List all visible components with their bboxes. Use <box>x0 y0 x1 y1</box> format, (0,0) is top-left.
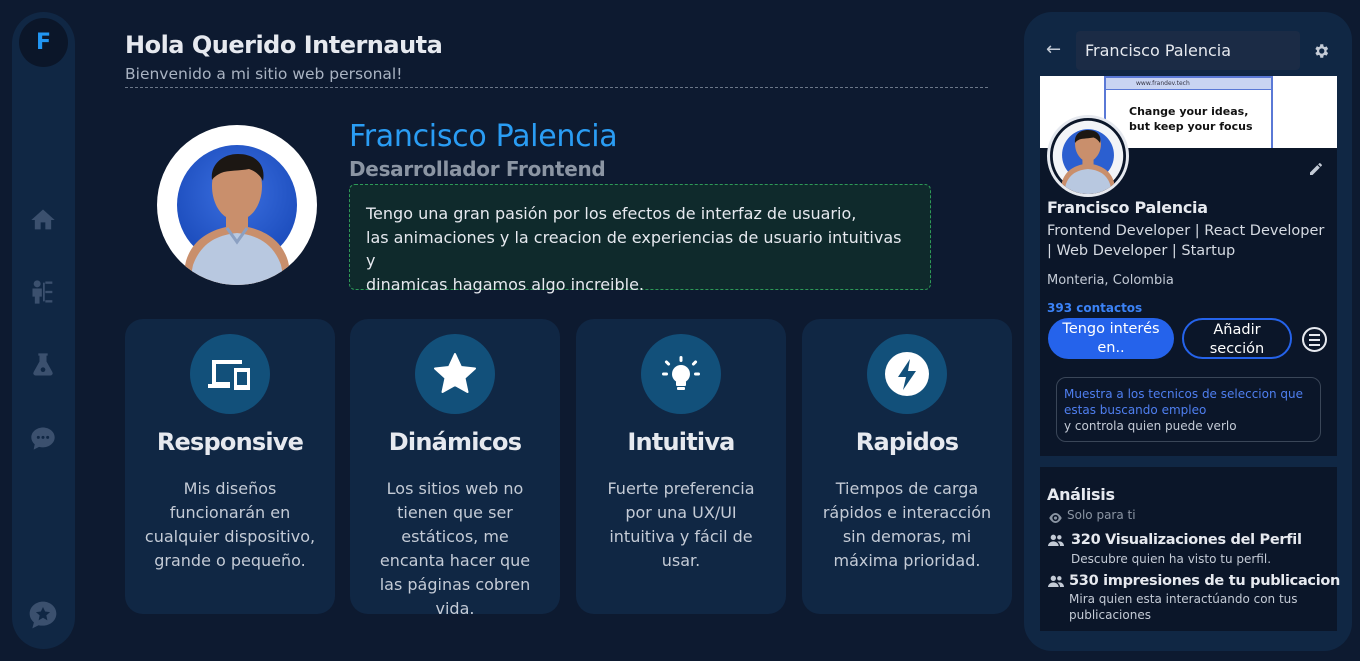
banner-line: Change your ideas, <box>1129 105 1249 118</box>
people-icon <box>1048 532 1064 546</box>
card-desc: Tiempos de carga rápidos e interacción s… <box>822 479 992 570</box>
notice-highlight: Muestra a los tecnicos de seleccion que … <box>1064 387 1304 417</box>
feature-card-responsive: Responsive Mis diseños funcionarán en cu… <box>125 319 335 614</box>
header-divider <box>125 87 988 88</box>
banner-url: www.frandev.tech <box>1106 78 1271 90</box>
home-icon[interactable] <box>28 205 58 235</box>
logo[interactable]: F <box>19 18 68 67</box>
side-profile-headline: Frontend Developer | React Developer | W… <box>1047 223 1325 259</box>
card-desc: Fuerte preferencia por una UX/UI intuiti… <box>607 479 755 570</box>
impressions-stat[interactable]: 530 impresiones de tu publicacion <box>1069 573 1340 589</box>
card-title: Rapidos <box>855 428 959 456</box>
profile-avatar <box>157 125 317 285</box>
interest-button[interactable]: Tengo interés en.. <box>1048 318 1174 359</box>
notice-text: y controla quien puede verlo <box>1064 419 1237 433</box>
feature-card-intuitiva: Intuitiva Fuerte preferencia por una UX/… <box>576 319 786 614</box>
profile-views-stat[interactable]: 320 Visualizaciones del Perfil <box>1071 532 1302 548</box>
card-title: Dinámicos <box>388 428 522 456</box>
side-profile-name: Francisco Palencia <box>1047 198 1208 217</box>
analysis-private-label: Solo para ti <box>1067 508 1136 522</box>
lightning-icon <box>867 334 947 414</box>
card-desc: Los sitios web no tienen que ser estátic… <box>379 479 531 618</box>
gear-icon[interactable] <box>1312 42 1330 60</box>
card-title: Intuitiva <box>627 428 735 456</box>
lab-flask-icon[interactable] <box>28 350 58 380</box>
devices-icon <box>190 334 270 414</box>
profile-role: Desarrollador Frontend <box>349 157 606 181</box>
bio-line: dinamicas hagamos algo increible. <box>366 274 645 294</box>
banner-browser-illustration: www.frandev.tech Change your ideas, but … <box>1104 76 1273 148</box>
card-title: Responsive <box>156 428 304 456</box>
bio-line: las animaciones y la creacion de experie… <box>366 227 902 271</box>
side-profile-location: Monteria, Colombia <box>1047 273 1174 288</box>
contacts-link[interactable]: 393 contactos <box>1047 301 1142 315</box>
people-icon <box>1048 573 1064 587</box>
page-title: Hola Querido Internauta <box>125 31 443 59</box>
profile-avatar-small[interactable] <box>1047 115 1129 197</box>
sidebar: F <box>12 12 75 649</box>
skills-tree-icon[interactable] <box>28 277 58 307</box>
add-section-button[interactable]: Añadir sección <box>1182 318 1292 359</box>
page-subtitle: Bienvenido a mi sitio web personal! <box>125 65 403 83</box>
lightbulb-icon <box>641 334 721 414</box>
profile-bio: Tengo una gran pasión por los efectos de… <box>349 184 931 294</box>
analysis-title: Análisis <box>1047 485 1115 504</box>
profile-name: Francisco Palencia <box>349 119 618 154</box>
profile-views-desc: Descubre quien ha visto tu perfil. <box>1071 552 1272 566</box>
feature-card-dinamicos: Dinámicos Los sitios web no tienen que s… <box>350 319 560 618</box>
open-to-work-notice[interactable]: Muestra a los tecnicos de seleccion que … <box>1056 377 1321 442</box>
pencil-icon[interactable] <box>1308 161 1324 177</box>
bio-line: Tengo una gran pasión por los efectos de… <box>366 204 857 223</box>
feature-card-rapidos: Rapidos Tiempos de carga rápidos e inter… <box>802 319 1012 614</box>
banner-line: but keep your focus <box>1129 120 1253 133</box>
star-icon <box>415 334 495 414</box>
more-options-icon[interactable] <box>1302 327 1327 352</box>
card-desc: Mis diseños funcionarán en cualquier dis… <box>144 479 316 570</box>
chat-icon[interactable] <box>28 423 58 453</box>
back-arrow-icon[interactable]: ← <box>1046 40 1066 60</box>
search-input[interactable]: Francisco Palencia <box>1076 31 1300 70</box>
impressions-desc: Mira quien esta interactúando con tus pu… <box>1069 592 1298 622</box>
star-badge-icon[interactable] <box>26 598 60 632</box>
eye-icon <box>1048 509 1063 523</box>
